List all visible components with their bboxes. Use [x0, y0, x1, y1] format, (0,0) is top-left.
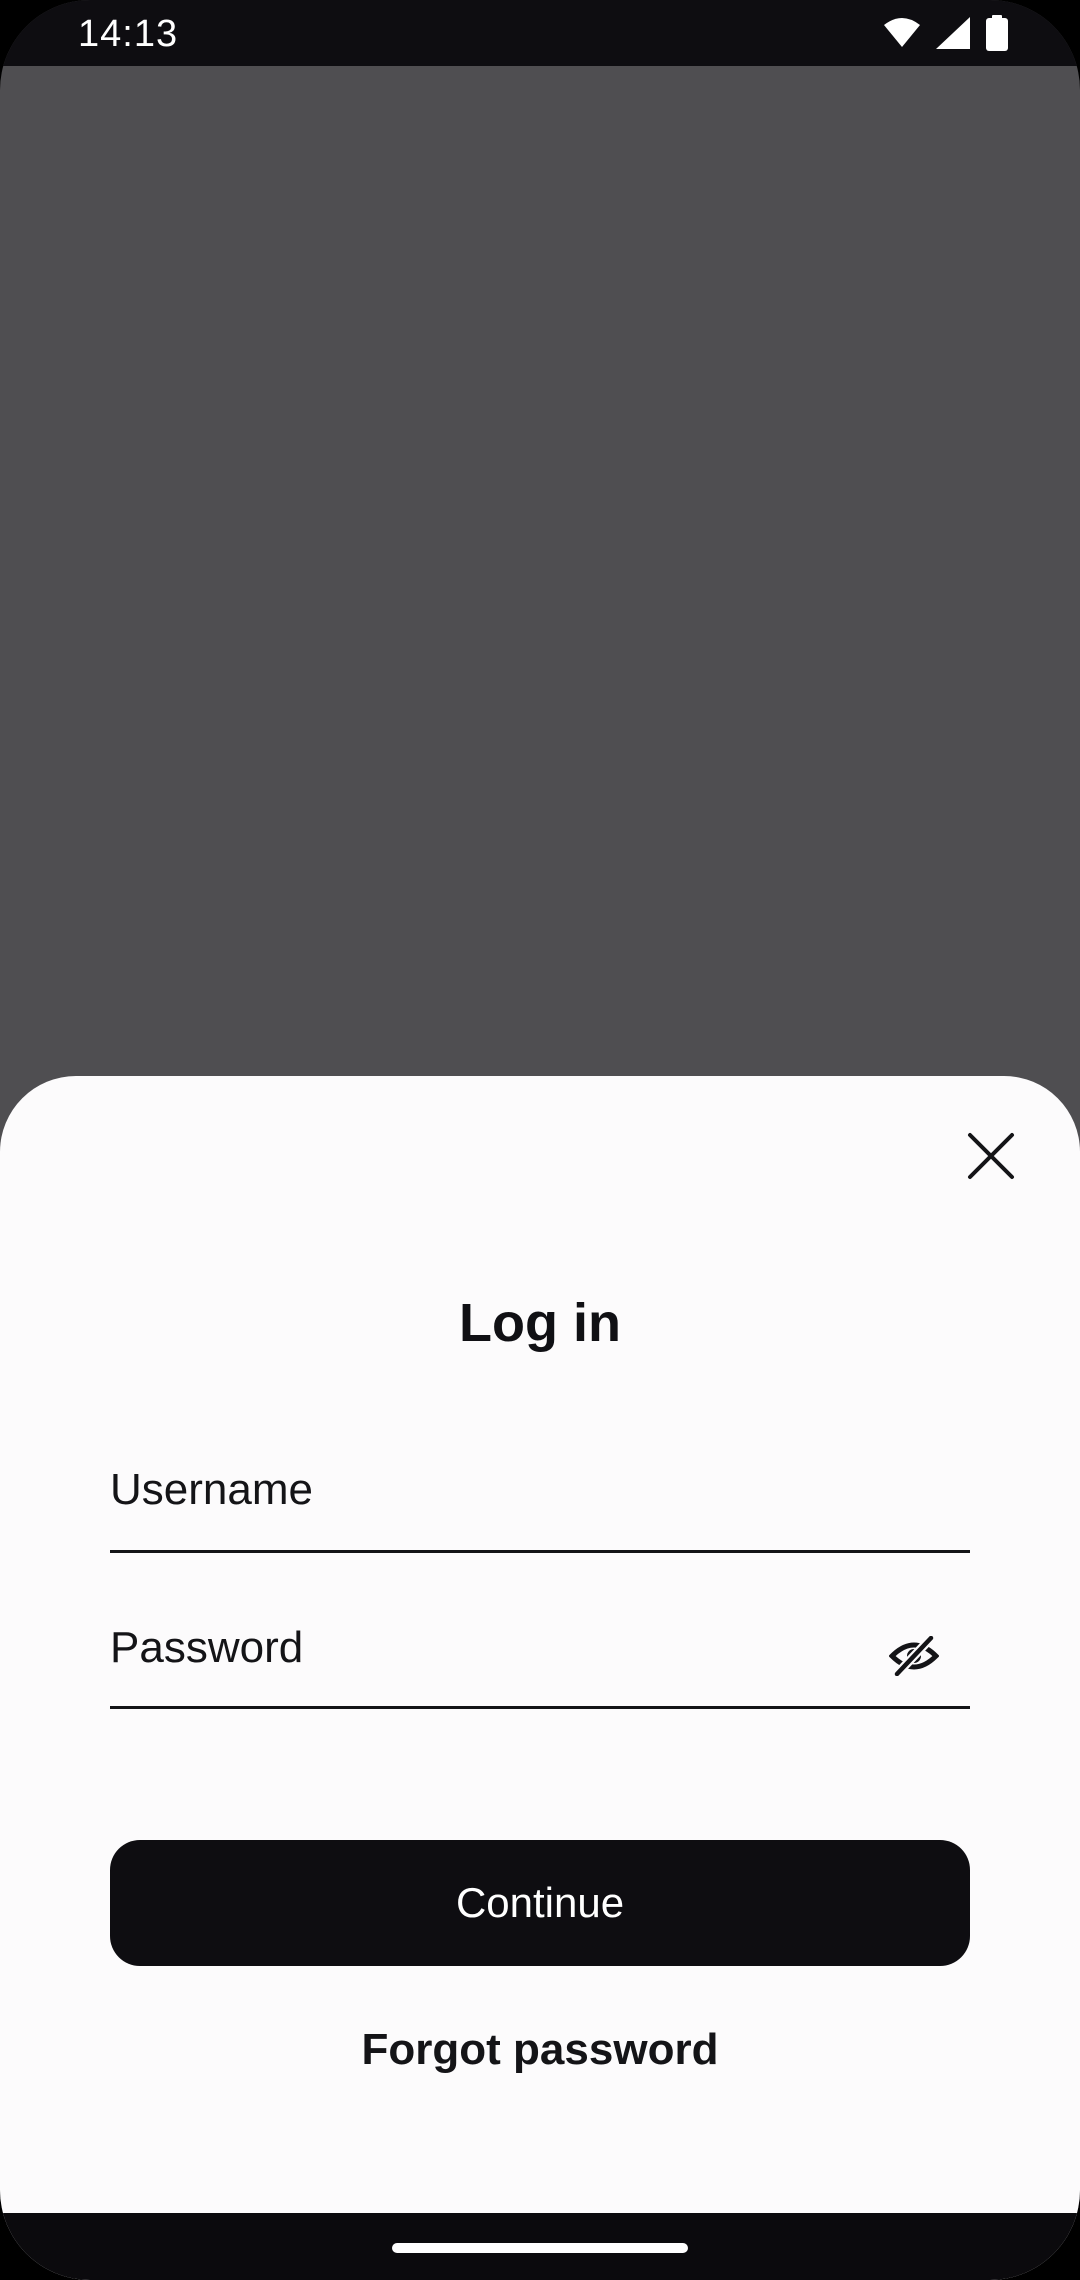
eye-off-icon — [889, 1636, 939, 1676]
battery-icon — [986, 15, 1008, 51]
continue-button[interactable]: Continue — [110, 1840, 970, 1966]
home-indicator[interactable] — [392, 2243, 688, 2253]
status-bar: 14:13 — [0, 0, 1080, 66]
username-field-container — [110, 1460, 970, 1553]
forgot-password-link[interactable]: Forgot password — [0, 2020, 1080, 2080]
close-icon — [968, 1133, 1014, 1179]
password-visibility-toggle[interactable] — [886, 1628, 942, 1684]
page-title: Log in — [459, 1293, 621, 1353]
username-input[interactable] — [110, 1460, 830, 1520]
phone-screen: 14:13 Log in Username Continue Forgot pa… — [0, 0, 1080, 2280]
close-button[interactable] — [950, 1115, 1032, 1197]
wifi-icon — [884, 18, 920, 48]
password-input[interactable] — [110, 1618, 830, 1678]
password-field-container — [110, 1618, 970, 1709]
cell-signal-icon — [936, 17, 970, 49]
navigation-bar — [0, 2213, 1080, 2280]
status-icons — [884, 14, 1008, 52]
status-time: 14:13 — [78, 13, 179, 55]
